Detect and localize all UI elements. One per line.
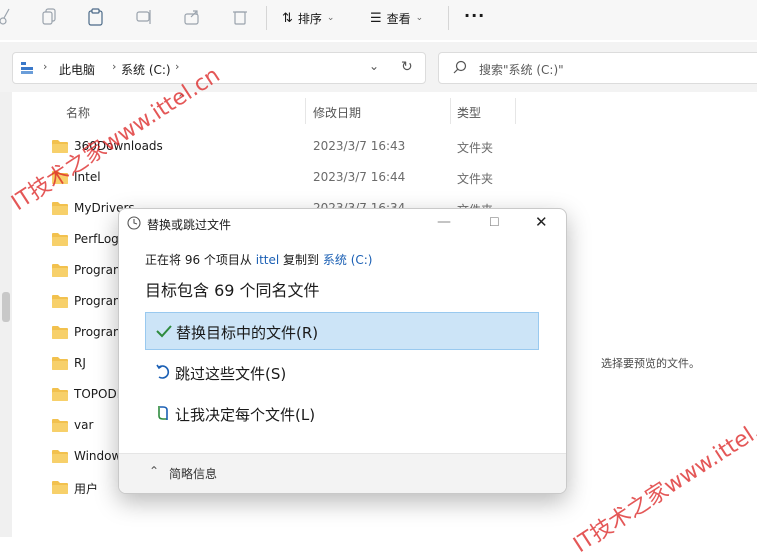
file-name: Intel xyxy=(74,170,101,184)
destination-link[interactable]: 系统 (C:) xyxy=(323,253,373,267)
address-row: › 此电脑 › 系统 (C:) › ⌄ ↻ 搜索"系统 (C:)" xyxy=(0,42,757,92)
history-dropdown-icon[interactable]: ⌄ xyxy=(369,59,379,73)
toolbar-divider xyxy=(266,6,267,30)
folder-icon xyxy=(52,388,68,401)
file-name: RJ xyxy=(74,356,86,370)
copy-icon[interactable] xyxy=(42,8,58,26)
column-header-type[interactable]: 类型 xyxy=(457,104,481,121)
file-type: 文件夹 xyxy=(457,141,494,155)
column-header-date[interactable]: 修改日期 xyxy=(313,104,361,121)
close-button[interactable]: ✕ xyxy=(535,213,548,231)
search-placeholder: 搜索"系统 (C:)" xyxy=(479,63,564,77)
column-divider[interactable] xyxy=(450,98,451,124)
view-label: 查看 xyxy=(386,11,411,26)
dialog-title-bar: 替换或跳过文件 — ☐ ✕ xyxy=(119,209,566,239)
fewer-details-toggle[interactable]: 简略信息 xyxy=(169,465,217,482)
folder-icon xyxy=(52,326,68,339)
folder-icon xyxy=(52,264,68,277)
column-divider[interactable] xyxy=(305,98,306,124)
dialog-footer: ⌃ 简略信息 xyxy=(119,453,566,493)
folder-icon xyxy=(52,450,68,463)
status-middle: 复制到 xyxy=(283,253,320,267)
pc-icon xyxy=(21,62,33,74)
folder-icon xyxy=(52,140,68,153)
file-name: var xyxy=(74,418,94,432)
folder-icon xyxy=(52,481,68,494)
column-divider[interactable] xyxy=(515,98,516,124)
chevron-right-icon: › xyxy=(43,60,48,73)
chevron-right-icon: › xyxy=(112,60,117,73)
file-date: 2023/3/7 16:44 xyxy=(313,170,406,184)
search-icon xyxy=(453,60,467,77)
sort-icon: ⇅ xyxy=(282,10,293,26)
file-name: 用户 xyxy=(74,482,99,496)
folder-icon xyxy=(52,171,68,184)
replace-option-label: 替换目标中的文件(R) xyxy=(176,324,319,342)
file-type: 文件夹 xyxy=(457,172,494,186)
chevron-up-icon[interactable]: ⌃ xyxy=(149,464,159,478)
decide-option-label: 让我决定每个文件(L) xyxy=(175,406,316,424)
view-icon: ☰ xyxy=(370,10,382,26)
decide-option[interactable]: 让我决定每个文件(L) xyxy=(145,395,539,433)
share-icon[interactable] xyxy=(184,8,200,26)
address-bar[interactable]: › 此电脑 › 系统 (C:) › ⌄ ↻ xyxy=(12,52,426,84)
skip-icon xyxy=(154,363,172,381)
file-name: TOPODI xyxy=(74,387,121,401)
toolbar-divider xyxy=(448,6,449,30)
delete-icon[interactable] xyxy=(232,8,248,26)
minimize-button[interactable]: — xyxy=(437,214,451,230)
chevron-down-icon: ⌄ xyxy=(326,13,335,23)
sort-ascending-icon: ⌃ xyxy=(177,92,187,105)
decide-icon xyxy=(154,404,172,422)
breadcrumb-system-c[interactable]: 系统 (C:) xyxy=(121,61,171,78)
skip-option-label: 跳过这些文件(S) xyxy=(175,365,287,383)
more-options-button[interactable]: ··· xyxy=(464,6,485,25)
replace-option[interactable]: 替换目标中的文件(R) xyxy=(145,312,539,350)
clock-icon xyxy=(127,216,141,230)
rename-icon[interactable] xyxy=(136,8,152,26)
nav-scrollbar-thumb[interactable] xyxy=(2,292,10,322)
folder-icon xyxy=(52,202,68,215)
skip-option[interactable]: 跳过这些文件(S) xyxy=(145,354,539,392)
dialog-title: 替换或跳过文件 xyxy=(147,218,232,232)
chevron-right-icon: › xyxy=(175,60,180,73)
preview-pane-hint: 选择要预览的文件。 xyxy=(601,357,700,370)
file-date: 2023/3/7 16:43 xyxy=(313,139,406,153)
chevron-down-icon: ⌄ xyxy=(415,13,424,23)
copy-status-line: 正在将 96 个项目从 ittel 复制到 系统 (C:) xyxy=(145,251,372,268)
file-name: Window xyxy=(74,449,122,463)
search-input[interactable]: 搜索"系统 (C:)" xyxy=(438,52,757,84)
sort-label: 排序 xyxy=(297,11,322,26)
check-icon xyxy=(155,322,173,340)
folder-icon xyxy=(52,419,68,432)
folder-icon xyxy=(52,233,68,246)
cut-icon[interactable] xyxy=(0,8,16,26)
column-header-name[interactable]: 名称 xyxy=(66,104,90,121)
view-button[interactable]: ☰ 查看 ⌄ xyxy=(370,8,423,28)
sort-button[interactable]: ⇅ 排序 ⌄ xyxy=(282,8,334,28)
command-bar: ⇅ 排序 ⌄ ☰ 查看 ⌄ ··· xyxy=(0,0,757,40)
maximize-button[interactable]: ☐ xyxy=(489,215,500,229)
conflict-summary: 目标包含 69 个同名文件 xyxy=(145,281,320,300)
replace-or-skip-dialog: 替换或跳过文件 — ☐ ✕ 正在将 96 个项目从 ittel 复制到 系统 (… xyxy=(118,208,567,494)
navigation-pane-edge xyxy=(0,92,12,537)
refresh-icon[interactable]: ↻ xyxy=(401,59,413,75)
status-prefix: 正在将 96 个项目从 xyxy=(145,253,252,267)
paste-icon[interactable] xyxy=(88,8,104,26)
source-link[interactable]: ittel xyxy=(256,253,279,267)
folder-icon xyxy=(52,295,68,308)
folder-icon xyxy=(52,357,68,370)
breadcrumb-this-pc[interactable]: 此电脑 xyxy=(59,61,95,78)
file-name: 360Downloads xyxy=(74,139,163,153)
